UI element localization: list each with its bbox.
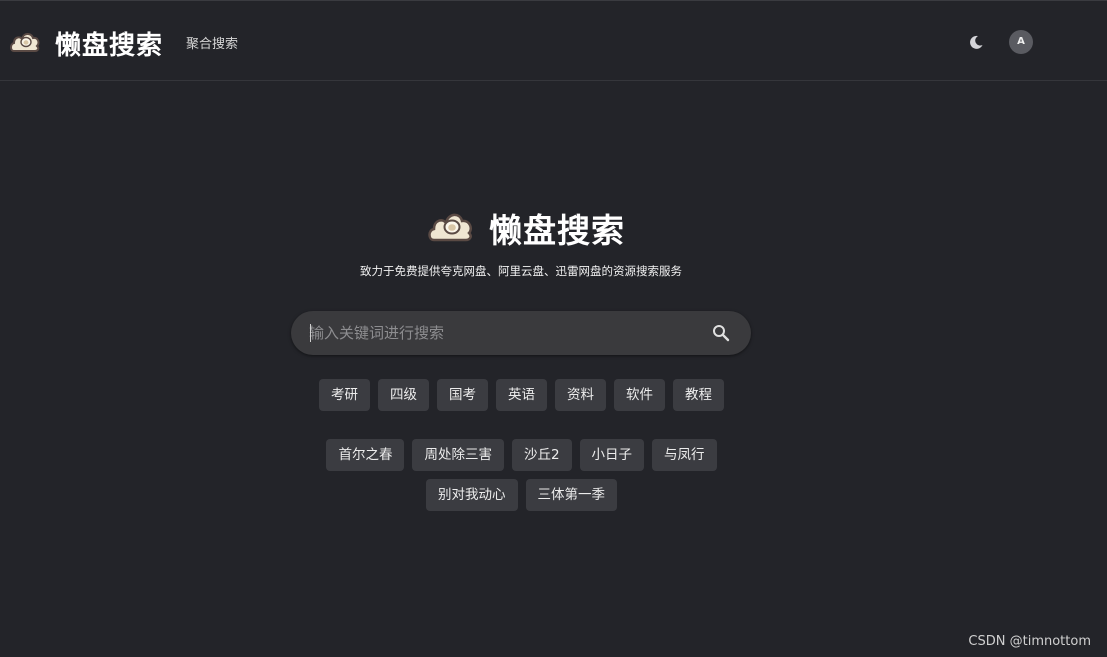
moon-icon[interactable] (968, 34, 984, 50)
hot-search-tags: 首尔之春 周处除三害 沙丘2 小日子 与凤行 (0, 439, 1075, 471)
watermark: CSDN @timnottom (968, 634, 1091, 649)
tag-category[interactable]: 考研 (319, 379, 370, 411)
tag-hot-search[interactable]: 别对我动心 (426, 479, 518, 511)
tag-category[interactable]: 软件 (614, 379, 665, 411)
tag-hot-search[interactable]: 与凤行 (652, 439, 717, 471)
tag-category[interactable]: 资料 (555, 379, 606, 411)
tag-category[interactable]: 四级 (378, 379, 429, 411)
hero-subtitle: 致力于免费提供夸克网盘、阿里云盘、迅雷网盘的资源搜索服务 (360, 264, 682, 278)
page: 懒盘搜索 聚合搜索 A 懒盘搜索 致力于免费提供夸克网盘、阿里云盘、迅雷网盘的资… (0, 0, 1107, 657)
cloud-egg-icon[interactable] (9, 27, 40, 53)
brand-title[interactable]: 懒盘搜索 (55, 25, 163, 62)
tag-hot-search[interactable]: 周处除三害 (412, 439, 504, 471)
hero-title: 懒盘搜索 (489, 211, 625, 250)
tag-hot-search[interactable]: 三体第一季 (525, 479, 617, 511)
hot-search-tags-2: 别对我动心 三体第一季 (0, 479, 1075, 511)
tag-category[interactable]: 英语 (496, 379, 547, 411)
tag-hot-search[interactable]: 小日子 (579, 439, 645, 471)
text-caret (310, 324, 311, 342)
category-tags: 考研 四级 国考 英语 资料 软件 教程 (0, 379, 1075, 411)
search-box[interactable] (291, 311, 751, 355)
tag-hot-search[interactable]: 首尔之春 (326, 439, 405, 471)
tag-category[interactable]: 教程 (673, 379, 724, 411)
tag-category[interactable]: 国考 (437, 379, 488, 411)
top-header: 懒盘搜索 聚合搜索 A (0, 1, 1107, 81)
search-icon[interactable] (712, 324, 730, 342)
cloud-egg-icon (428, 213, 472, 242)
user-avatar[interactable]: A (1009, 30, 1033, 54)
search-input[interactable] (309, 311, 699, 355)
nav-aggregate-search[interactable]: 聚合搜索 (186, 33, 238, 52)
tag-hot-search[interactable]: 沙丘2 (511, 439, 572, 471)
